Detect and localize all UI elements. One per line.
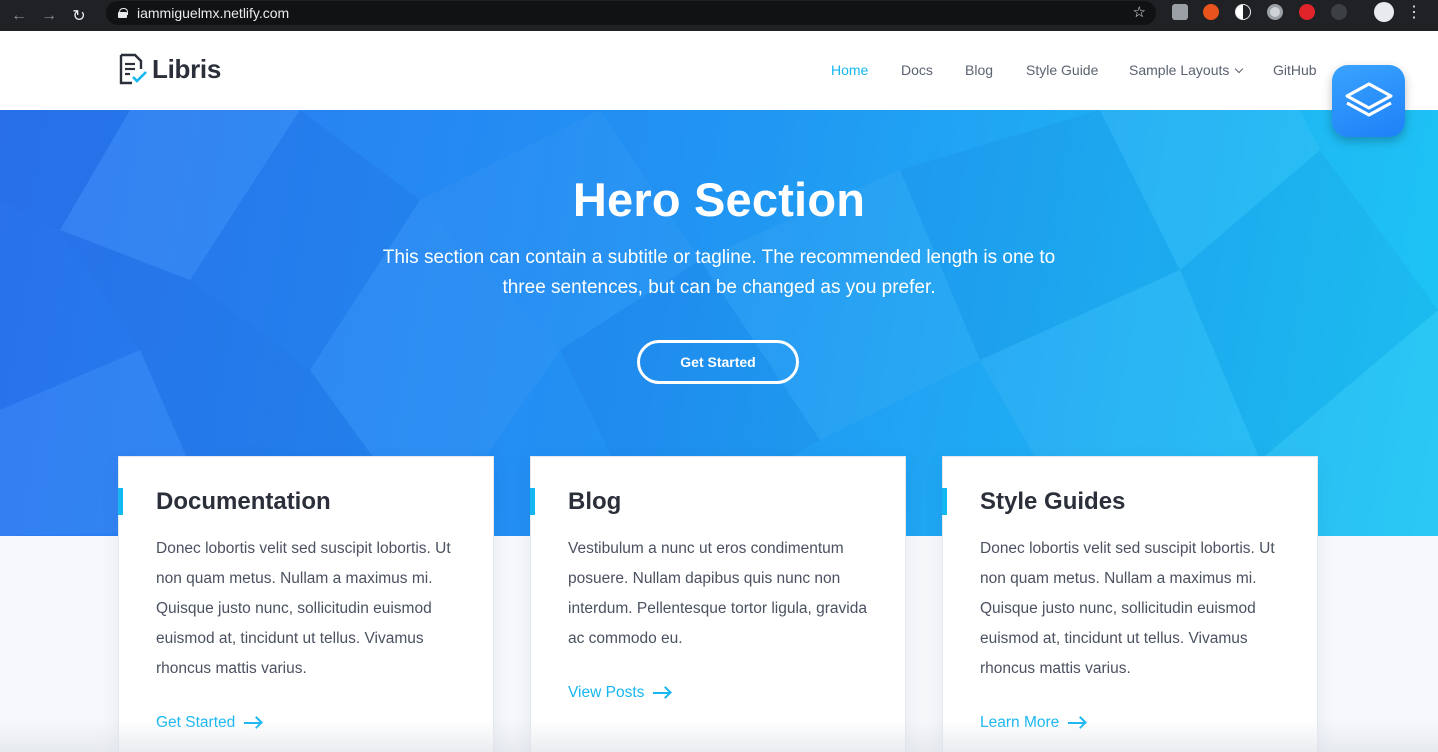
back-arrow-icon[interactable]: ← xyxy=(4,4,34,28)
arrow-right-icon xyxy=(1068,722,1085,724)
forward-arrow-icon[interactable]: → xyxy=(34,4,64,28)
kebab-menu-icon[interactable]: ⋮ xyxy=(1406,5,1422,21)
profile-avatar-icon[interactable] xyxy=(1374,2,1394,22)
card-text: Donec lobortis velit sed suscipit lobort… xyxy=(156,540,451,677)
card-blog: Blog Vestibulum a nunc ut eros condiment… xyxy=(530,456,906,752)
site-header: Libris Home Docs Blog Style Guide Sample… xyxy=(0,31,1438,110)
lock-icon xyxy=(118,8,128,18)
view-posts-link[interactable]: View Posts xyxy=(568,684,670,702)
chevron-down-icon xyxy=(1235,64,1244,74)
card-documentation: Documentation Donec lobortis velit sed s… xyxy=(118,456,494,752)
nav-style-guide[interactable]: Style Guide xyxy=(1026,62,1098,78)
nav-home[interactable]: Home xyxy=(831,62,868,78)
extension-contrast-icon[interactable] xyxy=(1235,4,1251,20)
card-link-label: View Posts xyxy=(568,684,645,701)
card-text: Vestibulum a nunc ut eros condimentum po… xyxy=(568,540,867,647)
get-started-link[interactable]: Get Started xyxy=(156,714,261,732)
extension-circle-icon[interactable] xyxy=(1267,4,1283,20)
document-check-icon xyxy=(119,53,147,85)
reload-icon[interactable]: ↻ xyxy=(64,4,94,28)
stack-app-icon[interactable] xyxy=(1332,65,1405,137)
layers-icon xyxy=(1345,82,1392,117)
extension-stop-icon[interactable] xyxy=(1299,4,1315,20)
nav-sample-layouts-label: Sample Layouts xyxy=(1129,62,1230,78)
get-started-button[interactable]: Get Started xyxy=(637,340,799,384)
nav-github[interactable]: GitHub xyxy=(1273,62,1317,78)
card-title: Style Guides xyxy=(980,488,1126,515)
extension-dark-icon[interactable] xyxy=(1331,4,1347,20)
nav-docs[interactable]: Docs xyxy=(901,62,933,78)
extension-fox-icon[interactable] xyxy=(1203,4,1219,20)
extension-cube-icon[interactable] xyxy=(1172,4,1188,20)
nav-blog[interactable]: Blog xyxy=(965,62,993,78)
address-bar[interactable]: iammiguelmx.netlify.com ☆ xyxy=(106,1,1156,25)
card-link-label: Get Started xyxy=(156,714,236,731)
url-text: iammiguelmx.netlify.com xyxy=(137,5,290,21)
hero-title: Hero Section xyxy=(572,173,866,226)
card-accent xyxy=(118,488,123,515)
card-accent xyxy=(942,488,947,515)
arrow-right-icon xyxy=(244,722,261,724)
logo[interactable]: Libris xyxy=(118,53,221,85)
card-title: Blog xyxy=(568,488,622,515)
logo-text: Libris xyxy=(152,53,221,84)
arrow-right-icon xyxy=(653,692,670,694)
card-accent xyxy=(530,488,535,515)
card-link-label: Learn More xyxy=(980,714,1060,731)
card-text: Donec lobortis velit sed suscipit lobort… xyxy=(980,540,1275,677)
star-icon[interactable]: ☆ xyxy=(1133,3,1146,21)
nav-sample-layouts[interactable]: Sample Layouts xyxy=(1129,62,1244,78)
hero-subtitle: This section can contain a subtitle or t… xyxy=(382,247,1056,298)
card-style-guides: Style Guides Donec lobortis velit sed su… xyxy=(942,456,1318,752)
card-title: Documentation xyxy=(156,488,331,515)
browser-toolbar: ← → ↻ iammiguelmx.netlify.com ☆ ⋮ xyxy=(0,0,1438,31)
learn-more-link[interactable]: Learn More xyxy=(980,714,1085,732)
